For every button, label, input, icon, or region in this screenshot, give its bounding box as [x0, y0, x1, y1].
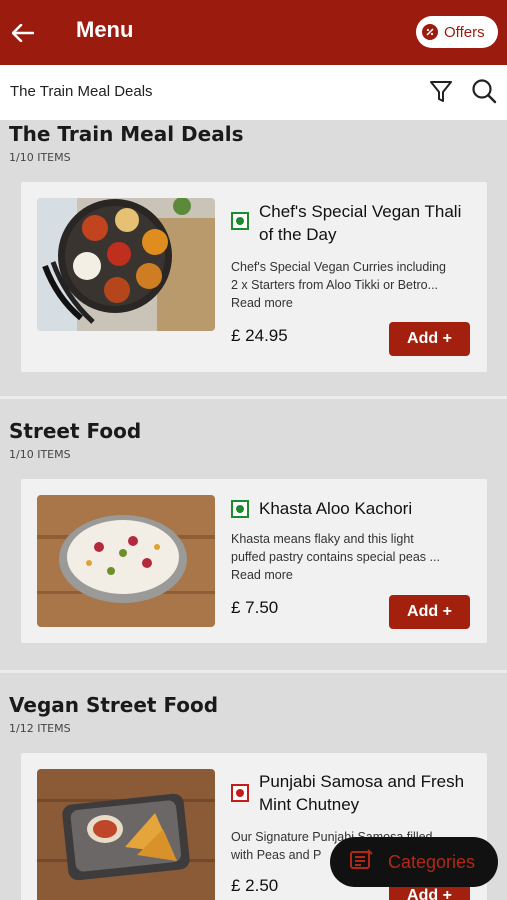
item-price: £ 2.50 [231, 876, 279, 895]
section-title: Street Food [9, 419, 142, 443]
item-description-line: Chef's Special Vegan Curries including [231, 260, 447, 274]
back-arrow-icon[interactable] [8, 18, 38, 48]
menu-item-card[interactable]: Chef's Special Vegan Thali of the Day Ch… [21, 182, 487, 372]
item-name: Chef's Special Vegan Thali of the Day [259, 200, 487, 246]
read-more-link[interactable]: Read more [231, 566, 477, 584]
item-price: £ 24.95 [231, 326, 288, 345]
app-bar: Menu Offers [0, 0, 507, 65]
item-description: Khasta means flaky and this light puffed… [231, 530, 477, 584]
offers-button[interactable]: Offers [416, 16, 498, 48]
current-category-label: The Train Meal Deals [10, 83, 153, 100]
item-price: £ 7.50 [231, 598, 279, 617]
item-name: Khasta Aloo Kachori [259, 497, 487, 520]
item-description-line: 2 x Starters from Aloo Tikki or Betro... [231, 278, 439, 292]
item-name-line: of the Day [259, 225, 337, 244]
read-more-link[interactable]: Read more [231, 294, 477, 312]
page-title: Menu [76, 17, 134, 42]
item-description-line: puffed pastry contains special peas ... [231, 550, 440, 564]
thali-image [37, 198, 215, 331]
kachori-image [37, 495, 215, 627]
veg-indicator-icon [231, 500, 249, 518]
section-title: The Train Meal Deals [9, 122, 244, 146]
item-name-line: Khasta Aloo Kachori [259, 499, 413, 518]
categories-button[interactable]: Categories [330, 837, 498, 887]
menu-item-card[interactable]: Khasta Aloo Kachori Khasta means flaky a… [21, 479, 487, 643]
section-item-count: 1/12 ITEMS [9, 722, 71, 735]
filter-icon[interactable] [428, 77, 454, 105]
add-button[interactable]: Add + [389, 322, 470, 356]
search-icon[interactable] [470, 77, 498, 105]
item-description-line: Khasta means flaky and this light [231, 532, 414, 546]
section-item-count: 1/10 ITEMS [9, 151, 71, 164]
item-name-line: Chef's Special Vegan Thali [259, 202, 462, 221]
menu-section: Street Food 1/10 ITEMS Khasta Aloo Kacho… [0, 399, 507, 669]
veg-indicator-icon [231, 212, 249, 230]
item-name: Punjabi Samosa and Fresh Mint Chutney [259, 770, 487, 816]
item-description: Chef's Special Vegan Curries including 2… [231, 258, 477, 312]
menu-section: The Train Meal Deals 1/10 ITEMS Chef's S… [0, 120, 507, 394]
section-title: Vegan Street Food [9, 693, 219, 717]
item-name-line: Mint Chutney [259, 795, 360, 814]
menu-book-icon [348, 848, 374, 876]
section-item-count: 1/10 ITEMS [9, 448, 71, 461]
offers-label: Offers [444, 23, 485, 41]
add-button[interactable]: Add + [389, 595, 470, 629]
samosa-image [37, 769, 215, 900]
non-veg-indicator-icon [231, 784, 249, 802]
item-name-line: Punjabi Samosa and Fresh [259, 772, 465, 791]
categories-label: Categories [388, 851, 476, 872]
offer-tag-icon [422, 24, 438, 40]
